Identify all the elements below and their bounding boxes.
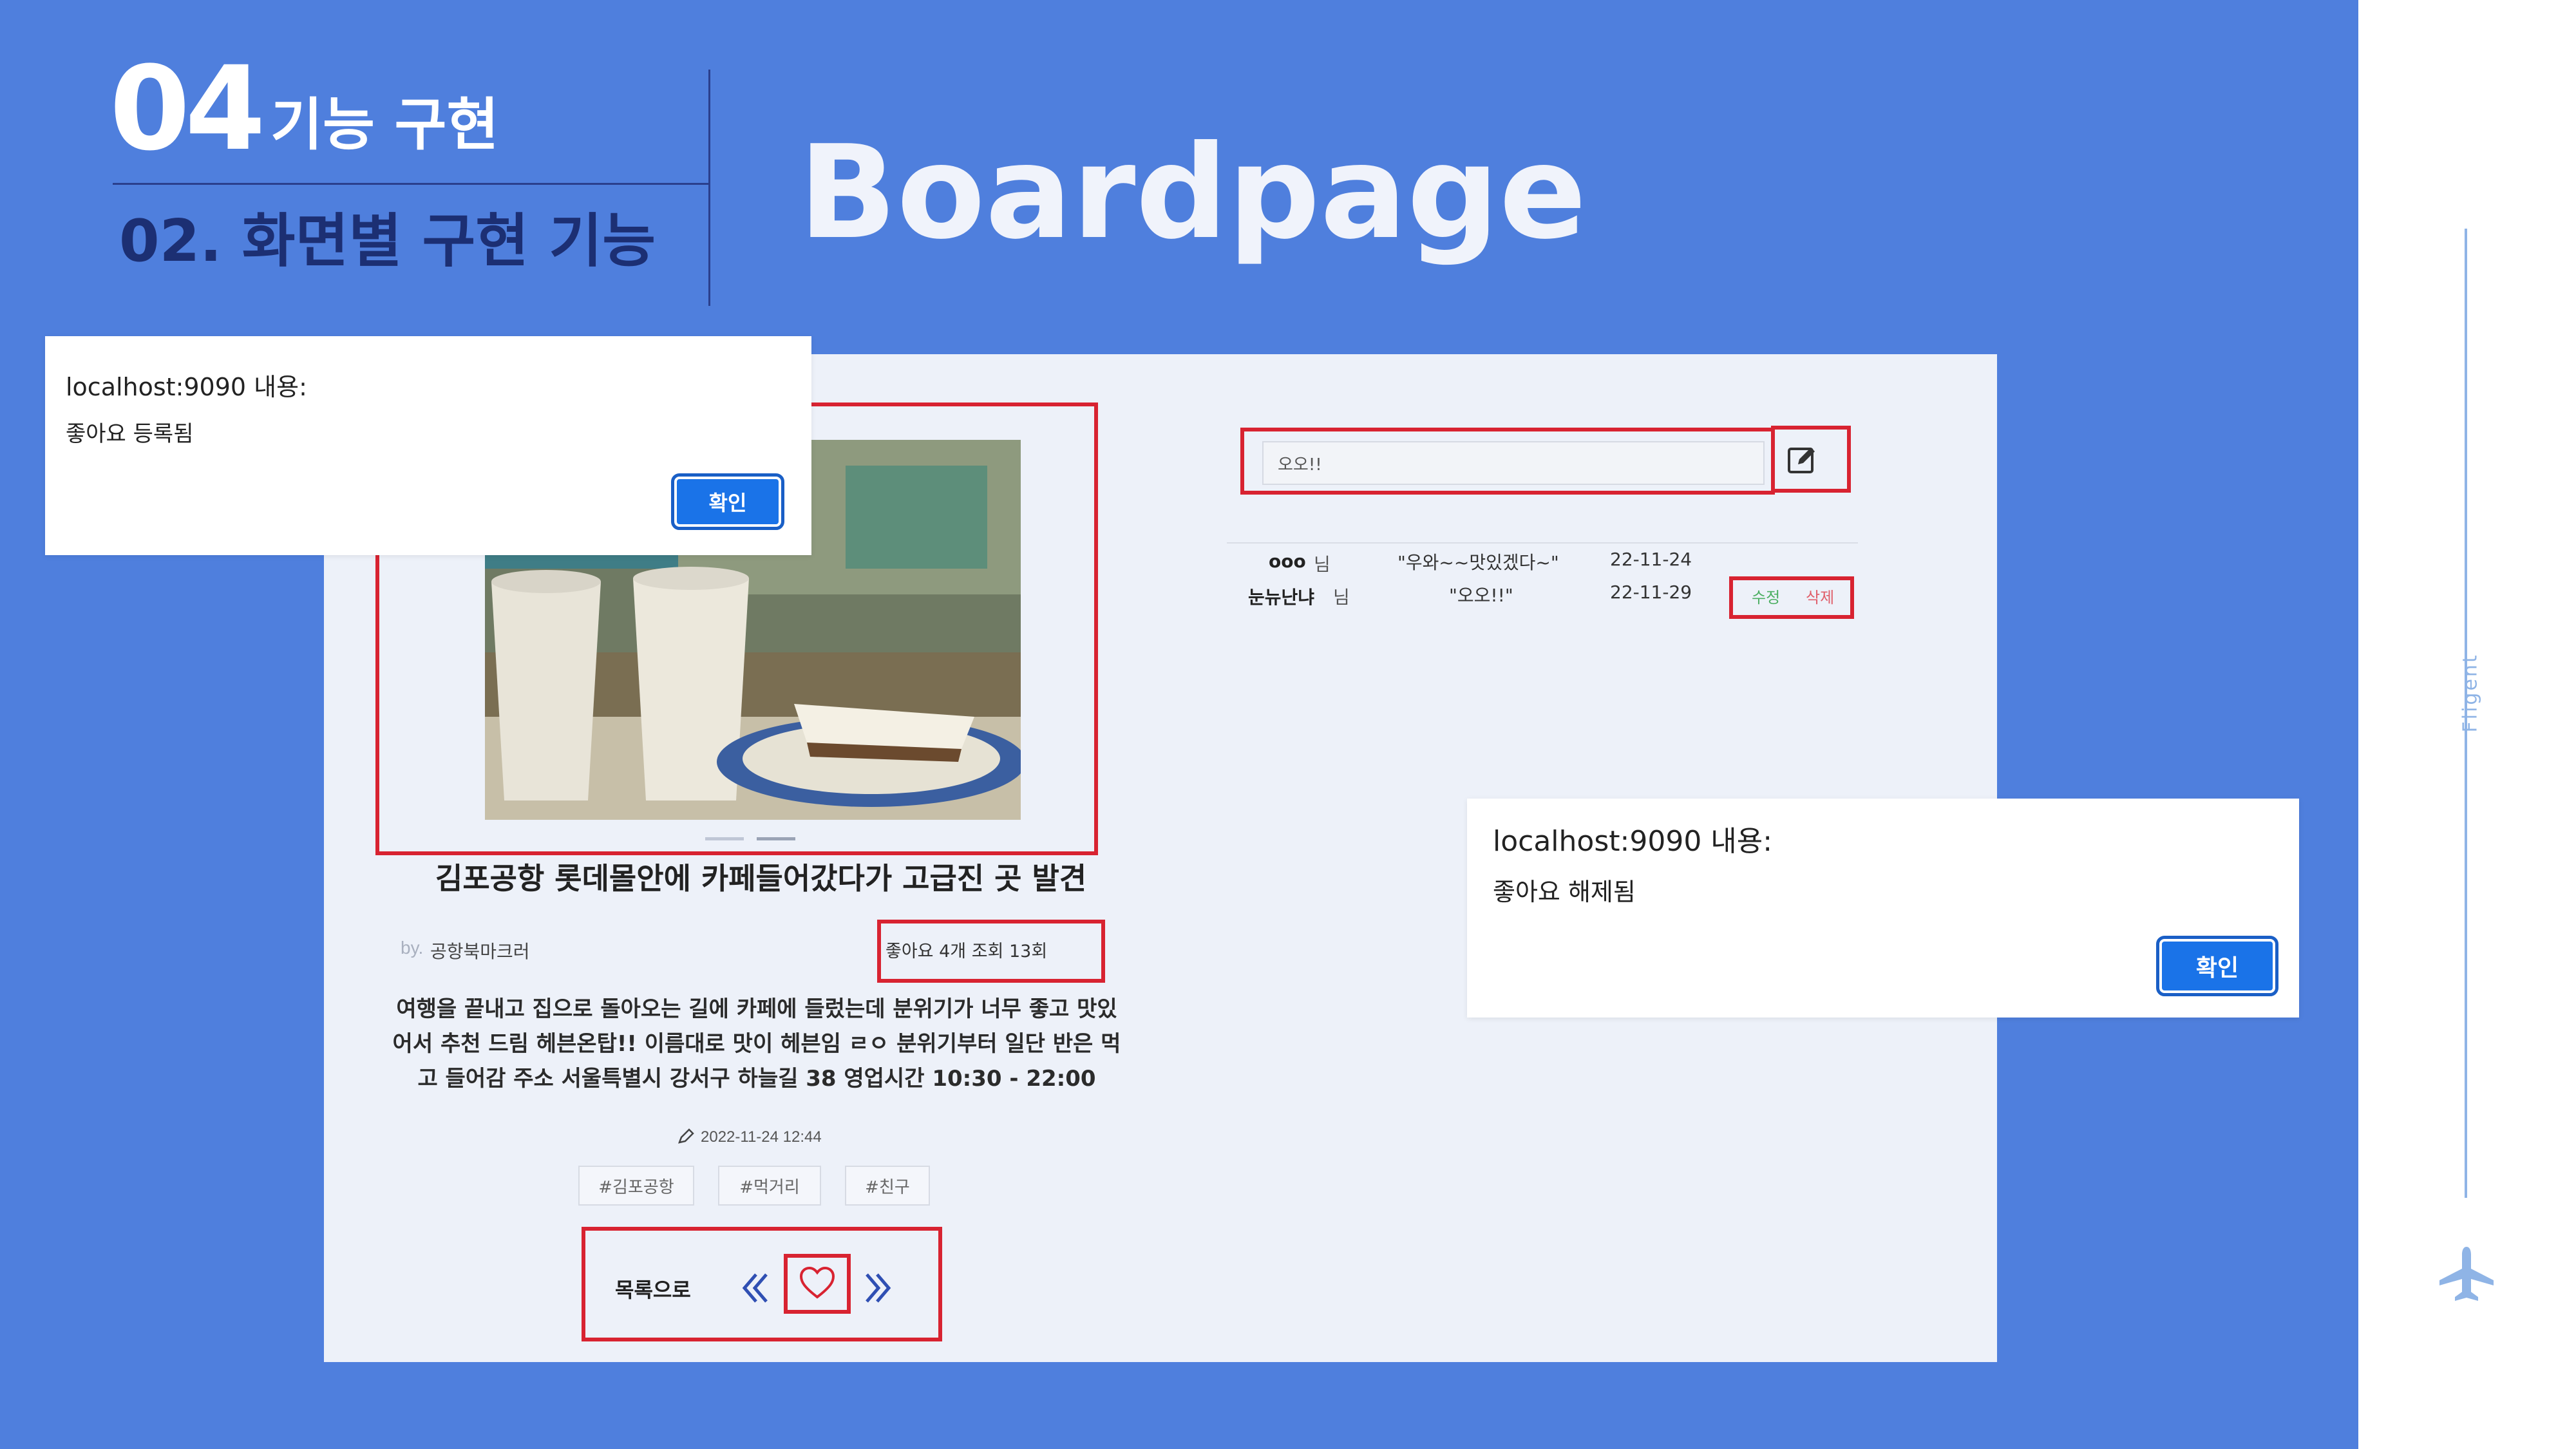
dialog-title: localhost:9090 내용: <box>1493 825 1773 858</box>
back-to-list-link[interactable]: 목록으로 <box>615 1274 691 1303</box>
header-divider <box>113 183 710 185</box>
alert-dialog-like-removed: localhost:9090 내용: 좋아요 해제됨 확인 <box>1467 799 2299 1018</box>
section-number: 04 <box>109 42 265 176</box>
stats-highlight <box>877 920 1105 983</box>
confirm-button[interactable]: 확인 <box>671 473 784 530</box>
alert-dialog-like-added: localhost:9090 내용: 좋아요 등록됨 확인 <box>45 336 811 555</box>
comment-date: 22-11-29 <box>1610 582 1692 603</box>
next-post-icon[interactable] <box>862 1265 894 1311</box>
comment-input-highlight <box>1240 428 1775 495</box>
comment-text: "우와~~맛있겠다~" <box>1397 552 1559 573</box>
dialog-message: 좋아요 등록됨 <box>66 421 194 447</box>
section-title: 기능 구현 <box>270 91 499 158</box>
dialog-title: localhost:9090 내용: <box>66 373 307 401</box>
dialog-message: 좋아요 해제됨 <box>1493 878 1636 906</box>
post-author: 공항북마크러 <box>430 941 530 962</box>
tag-item[interactable]: #김포공항 <box>578 1166 694 1206</box>
sub-title: 02. 화면별 구현 기능 <box>119 207 656 275</box>
carousel-dot-active[interactable] <box>757 837 795 840</box>
post-body: 여행을 끝내고 집으로 돌아오는 길에 카페에 들렀는데 분위기가 너무 좋고 … <box>392 996 1121 1092</box>
post-date: 2022-11-24 12:44 <box>701 1128 822 1146</box>
comment-author: ooo <box>1269 551 1306 572</box>
confirm-button[interactable]: 확인 <box>2156 936 2278 996</box>
tag-item[interactable]: #먹거리 <box>718 1166 821 1206</box>
comment-submit-highlight <box>1771 426 1851 493</box>
carousel-dot[interactable] <box>705 837 744 840</box>
brand-label: Fligent <box>2459 653 2482 732</box>
like-heart-icon[interactable] <box>797 1264 837 1303</box>
page-title: Boardpage <box>799 118 1587 268</box>
comment-date: 22-11-24 <box>1610 549 1692 570</box>
comment-author: 눈뉴난냐 <box>1248 587 1315 608</box>
carousel-dots[interactable] <box>705 837 802 842</box>
comments-divider <box>1227 542 1858 544</box>
post-title: 김포공항 롯데몰안에 카페들어갔다가 고급진 곳 발견 <box>435 861 1087 896</box>
airplane-icon <box>2439 1247 2494 1301</box>
previous-post-icon[interactable] <box>739 1265 772 1311</box>
tag-item[interactable]: #친구 <box>845 1166 930 1206</box>
comment-actions-highlight <box>1729 576 1854 619</box>
pen-icon <box>678 1128 694 1144</box>
comment-author-suffix: 님 <box>1314 554 1331 575</box>
author-by-label: by. <box>401 938 424 958</box>
comment-text: "오오!!" <box>1449 585 1513 606</box>
comment-author-suffix: 님 <box>1333 587 1350 608</box>
header-vertical-divider <box>708 70 710 306</box>
